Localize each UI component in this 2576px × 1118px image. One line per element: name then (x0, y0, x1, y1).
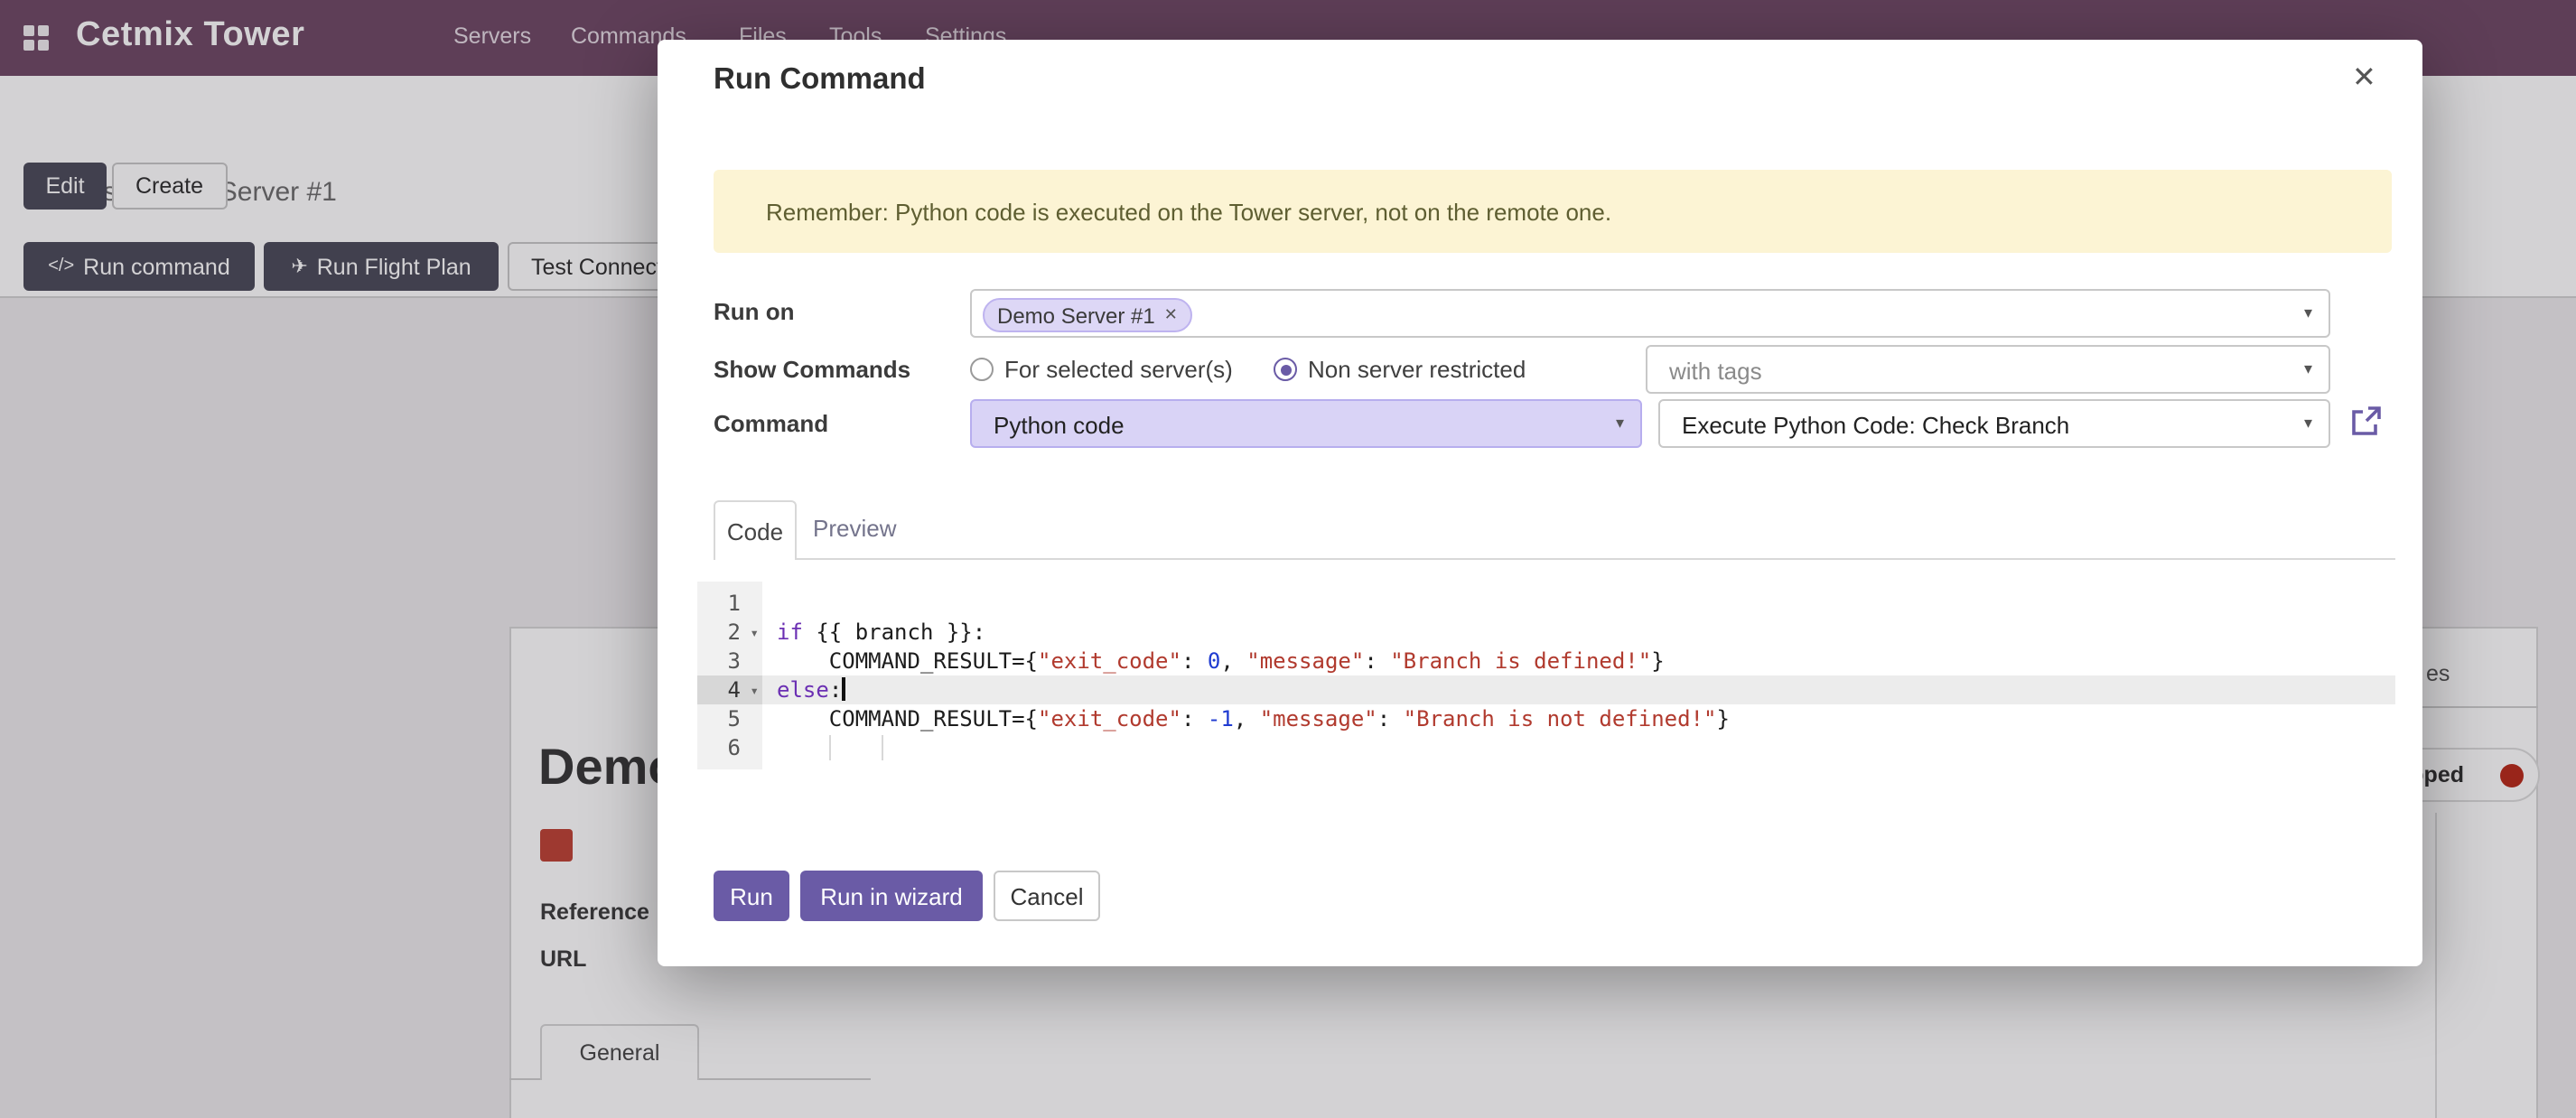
editor-code[interactable]: if {{ branch }}: COMMAND_RESULT={"exit_c… (762, 582, 2395, 769)
with-tags-dropdown[interactable]: with tags ▾ (1646, 345, 2330, 394)
external-link-icon[interactable] (2348, 405, 2383, 439)
dialog-title: Run Command (714, 63, 926, 98)
code-editor[interactable]: 12▾34▾56 if {{ branch }}: COMMAND_RESULT… (697, 582, 2395, 769)
code-line-2[interactable]: if {{ branch }}: (762, 618, 2395, 647)
server-tag-pill[interactable]: Demo Server #1 ✕ (983, 298, 1192, 332)
command-select[interactable]: Execute Python Code: Check Branch ▾ (1658, 399, 2330, 448)
code-line-5[interactable]: COMMAND_RESULT={"exit_code": -1, "messag… (762, 704, 2395, 733)
indent-guide (881, 735, 882, 760)
cancel-button[interactable]: Cancel (994, 871, 1100, 921)
tab-preview[interactable]: Preview (813, 515, 897, 542)
command-type-select[interactable]: Python code ▾ (970, 399, 1642, 448)
chevron-down-icon: ▾ (2304, 359, 2312, 379)
radio-non-server-restricted-label[interactable]: Non server restricted (1308, 356, 1526, 383)
run-command-dialog: Run Command ✕ Remember: Python code is e… (658, 40, 2422, 966)
chevron-down-icon: ▾ (2304, 414, 2312, 433)
text-cursor (842, 677, 845, 701)
gutter-line-3: 3 (697, 647, 762, 675)
indent-guide (829, 735, 831, 760)
tab-code[interactable]: Code (714, 500, 797, 560)
fold-icon[interactable]: ▾ (750, 677, 759, 706)
remove-tag-icon[interactable]: ✕ (1164, 305, 1178, 325)
command-type-value: Python code (994, 412, 1125, 439)
fold-icon[interactable]: ▾ (750, 620, 759, 648)
show-commands-label: Show Commands (714, 356, 910, 383)
chevron-down-icon: ▾ (1616, 414, 1624, 433)
code-line-1[interactable] (762, 589, 2395, 618)
warning-alert: Remember: Python code is executed on the… (714, 170, 2392, 253)
radio-non-server-restricted[interactable] (1274, 358, 1297, 381)
radio-for-selected-servers-label[interactable]: For selected server(s) (1004, 356, 1233, 383)
command-label: Command (714, 410, 828, 437)
gutter-line-5: 5 (697, 704, 762, 733)
run-button[interactable]: Run (714, 871, 789, 921)
editor-gutter: 12▾34▾56 (697, 582, 762, 769)
with-tags-placeholder: with tags (1669, 358, 1762, 385)
chevron-down-icon: ▾ (2304, 303, 2312, 323)
run-on-label: Run on (714, 298, 795, 325)
gutter-line-6: 6 (697, 733, 762, 762)
close-icon[interactable]: ✕ (2352, 60, 2376, 96)
gutter-line-1: 1 (697, 589, 762, 618)
code-line-4[interactable]: else: (762, 675, 2395, 704)
warning-alert-text: Remember: Python code is executed on the… (766, 198, 1611, 225)
code-line-6[interactable] (762, 733, 2395, 762)
server-tag-label: Demo Server #1 (997, 303, 1155, 328)
command-value: Execute Python Code: Check Branch (1682, 412, 2069, 439)
radio-for-selected-servers[interactable] (970, 358, 994, 381)
gutter-line-2: 2▾ (697, 618, 762, 647)
screen: Cetmix Tower Servers Commands Files Tool… (0, 0, 2576, 1118)
run-on-field[interactable]: Demo Server #1 ✕ ▾ (970, 289, 2330, 338)
run-in-wizard-button[interactable]: Run in wizard (800, 871, 983, 921)
gutter-line-4: 4▾ (697, 675, 762, 704)
tabs-border (714, 558, 2395, 560)
code-line-3[interactable]: COMMAND_RESULT={"exit_code": 0, "message… (762, 647, 2395, 675)
